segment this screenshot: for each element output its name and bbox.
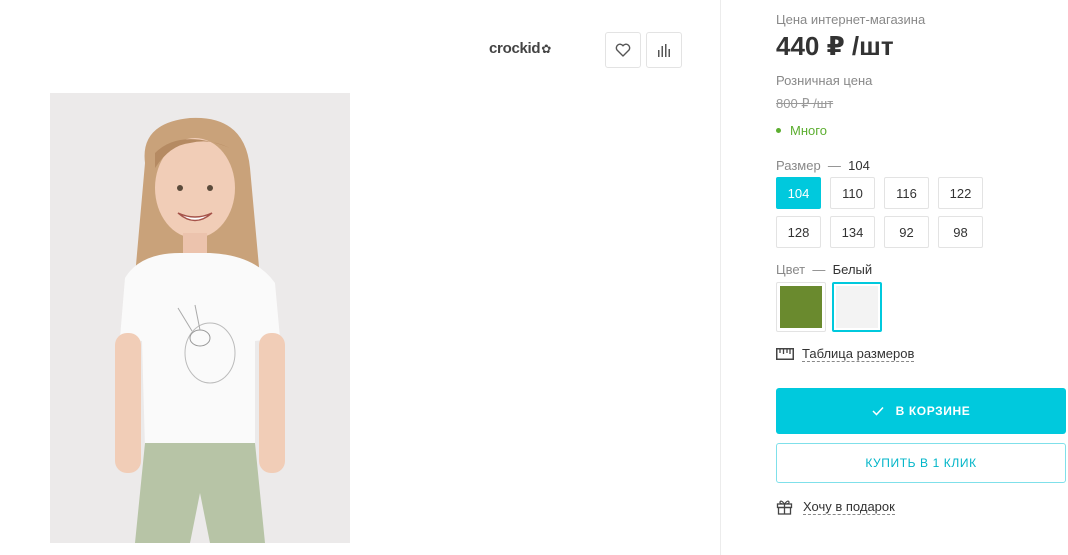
size-label-row: Размер — 104 [776,158,870,173]
stock-text: Много [790,123,827,138]
favorite-button[interactable] [605,32,641,68]
panel-divider [720,0,721,555]
brand-mark: ✿ [541,42,552,56]
gift-icon [776,500,793,515]
size-option-110[interactable]: 110 [830,177,875,209]
size-option-122[interactable]: 122 [938,177,983,209]
stock-status: Много [776,123,827,138]
color-label-row: Цвет — Белый [776,262,872,277]
stock-dot-icon [776,128,781,133]
product-page: crockid✿ Цена интернет-магазина 440 ₽ /ш… [0,0,1068,555]
size-table-label: Таблица размеров [802,346,915,362]
child-in-tshirt-image [50,93,350,543]
compare-button[interactable] [646,32,682,68]
swatch-fill [780,286,822,328]
color-swatch-white[interactable] [832,282,882,332]
size-option-134[interactable]: 134 [830,216,875,248]
color-selected: Белый [832,262,873,277]
size-option-116[interactable]: 116 [884,177,929,209]
size-selected: 104 [848,158,870,173]
price-retail: 800 ₽ /шт [776,96,834,111]
gift-wish-link[interactable]: Хочу в подарок [776,499,895,515]
bar-chart-icon [658,44,670,57]
product-photo[interactable] [50,93,350,543]
gift-label: Хочу в подарок [803,499,895,515]
buy-one-click-button[interactable]: КУПИТЬ В 1 КЛИК [776,443,1066,483]
color-swatches [776,282,882,332]
price-online: 440 ₽ /шт [776,31,894,61]
heart-icon [615,43,631,57]
size-option-92[interactable]: 92 [884,216,929,248]
size-option-98[interactable]: 98 [938,216,983,248]
price-online-label: Цена интернет-магазина [776,12,926,27]
price-retail-label: Розничная цена [776,73,873,88]
buy-one-click-label: КУПИТЬ В 1 КЛИК [865,456,977,470]
size-label: Размер [776,158,821,173]
brand-name: crockid [489,40,541,57]
brand-logo[interactable]: crockid✿ [489,40,551,57]
size-option-104[interactable]: 104 [776,177,821,209]
in-cart-button[interactable]: В КОРЗИНЕ [776,388,1066,434]
size-options: 104 110 116 122 128 134 92 98 [776,177,1036,248]
color-label: Цвет [776,262,806,277]
swatch-fill [836,286,878,328]
color-dash: — [812,262,826,277]
size-table-link[interactable]: Таблица размеров [776,346,915,362]
check-icon [872,406,884,416]
size-option-128[interactable]: 128 [776,216,821,248]
in-cart-label: В КОРЗИНЕ [895,404,971,418]
ruler-icon [776,348,794,360]
size-dash: — [827,158,841,173]
color-swatch-olive[interactable] [776,282,826,332]
